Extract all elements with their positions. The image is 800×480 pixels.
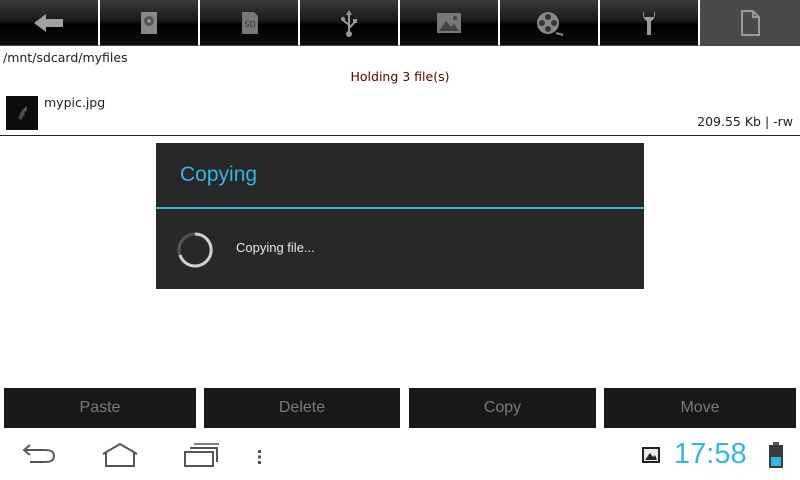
- wrench-icon: [642, 10, 656, 35]
- holding-status: Holding 3 file(s): [350, 69, 450, 84]
- images-button[interactable]: [400, 0, 500, 46]
- sdcard-label: SD: [244, 20, 255, 29]
- move-button[interactable]: Move: [604, 388, 796, 428]
- spinner-icon: [177, 232, 213, 268]
- back-button[interactable]: [0, 0, 100, 46]
- file-meta: 209.55 Kb | -rw: [697, 114, 793, 129]
- files-button[interactable]: [700, 0, 800, 46]
- photo-thumbnail-icon: [6, 96, 38, 130]
- top-toolbar: SD: [0, 0, 800, 46]
- usb-button[interactable]: [300, 0, 400, 46]
- nav-recent-apps-icon[interactable]: [182, 442, 220, 468]
- file-list-item[interactable]: mypic.jpg 209.55 Kb | -rw: [0, 92, 800, 136]
- paste-button[interactable]: Paste: [4, 388, 196, 428]
- tools-button[interactable]: [600, 0, 700, 46]
- dialog-message: Copying file...: [236, 240, 315, 255]
- video-button[interactable]: [500, 0, 600, 46]
- file-name: mypic.jpg: [44, 95, 106, 110]
- sdcard-icon: SD: [242, 11, 258, 34]
- file-thumbnail: [6, 96, 38, 130]
- nav-home-icon[interactable]: [100, 442, 140, 468]
- sdcard-disk-icon: [141, 11, 157, 34]
- battery-icon: [769, 442, 783, 468]
- notification-image-icon[interactable]: [641, 446, 661, 464]
- copying-dialog: Copying Copying file...: [156, 143, 644, 289]
- sdcard-disk-button[interactable]: [100, 0, 200, 46]
- delete-button[interactable]: Delete: [204, 388, 400, 428]
- sdcard-button[interactable]: SD: [200, 0, 300, 46]
- copy-button[interactable]: Copy: [409, 388, 596, 428]
- dialog-title: Copying: [180, 163, 258, 186]
- usb-icon: [341, 9, 357, 37]
- back-arrow-icon: [34, 13, 63, 32]
- film-reel-icon: [537, 11, 564, 36]
- nav-back-icon[interactable]: [20, 444, 60, 468]
- action-bar: Paste Delete Copy Move: [0, 388, 800, 428]
- screen: SD /mnt/sdcard/myfiles Holding 3 file(s)…: [0, 0, 800, 480]
- current-path: /mnt/sdcard/myfiles: [3, 50, 128, 65]
- dialog-divider: [156, 207, 644, 209]
- file-icon: [741, 9, 760, 36]
- status-clock: 17:58: [674, 438, 747, 470]
- nav-menu-icon[interactable]: [256, 448, 264, 466]
- image-icon: [437, 12, 461, 33]
